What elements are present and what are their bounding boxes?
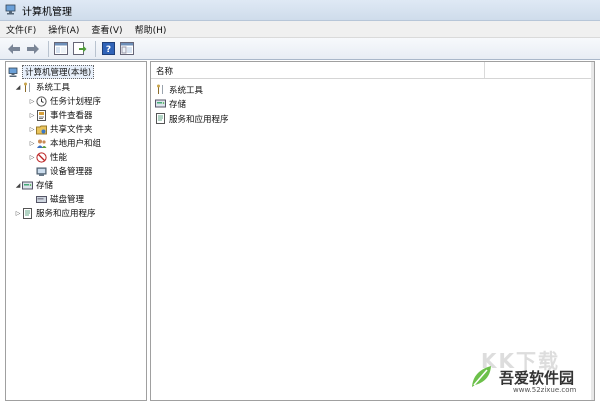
navigation-tree: 计算机管理(本地) ◢ 系统工具 ▷ 任务计划程序 ▷ 事件查看器 ▷ 共享文件…	[5, 61, 147, 401]
list-label-storage: 存储	[169, 99, 187, 110]
expand-arrow-icon[interactable]: ▷	[14, 210, 22, 217]
tree-item-task-scheduler[interactable]: ▷ 任务计划程序	[28, 94, 101, 108]
menu-file[interactable]: 文件(F)	[0, 23, 42, 36]
properties-icon[interactable]	[119, 41, 135, 57]
svg-text:?: ?	[105, 45, 110, 55]
tree-item-local-users[interactable]: ▷ 本地用户和组	[28, 136, 101, 150]
expand-arrow-icon[interactable]: ▷	[28, 98, 36, 105]
toolbar-separator	[48, 40, 49, 57]
tree-label-performance: 性能	[50, 153, 68, 163]
collapse-arrow-icon[interactable]: ◢	[14, 84, 22, 91]
leaf-logo-icon	[469, 363, 495, 389]
tree-item-event-viewer[interactable]: ▷ 事件查看器	[28, 108, 93, 122]
list-item-storage[interactable]: 存储	[155, 97, 186, 110]
show-tree-icon[interactable]	[53, 41, 69, 57]
services-icon	[155, 113, 166, 124]
storage-icon	[155, 98, 166, 109]
tree-label-storage: 存储	[36, 181, 54, 191]
tree-item-services[interactable]: ▷ 服务和应用程序	[14, 206, 96, 220]
tree-label-services: 服务和应用程序	[36, 209, 96, 219]
collapse-arrow-icon[interactable]: ◢	[14, 182, 22, 189]
watermark: KK下载 吾爱软件园 www.52zixue.com	[463, 345, 595, 400]
tree-item-system-tools[interactable]: ◢ 系统工具	[14, 80, 70, 94]
tree-label-system-tools: 系统工具	[36, 83, 71, 93]
list-header: 名称	[151, 62, 594, 79]
event-viewer-icon	[36, 109, 47, 121]
users-icon	[36, 138, 47, 149]
toolbar-separator	[95, 40, 96, 57]
performance-icon	[36, 151, 47, 163]
tree-label-device-manager: 设备管理器	[50, 167, 93, 177]
expand-arrow-icon[interactable]: ▷	[28, 140, 36, 147]
clock-icon	[36, 95, 47, 107]
expand-arrow-icon[interactable]: ▷	[28, 154, 36, 161]
back-arrow-icon[interactable]	[6, 41, 22, 57]
tree-item-disk-management[interactable]: 磁盘管理	[36, 192, 84, 206]
shared-folder-icon	[36, 124, 47, 135]
expand-arrow-icon[interactable]: ▷	[28, 126, 36, 133]
device-manager-icon	[36, 166, 47, 177]
tree-item-root[interactable]: 计算机管理(本地)	[8, 65, 95, 79]
menu-help[interactable]: 帮助(H)	[129, 23, 173, 36]
tree-label-local-users: 本地用户和组	[50, 139, 102, 149]
storage-icon	[22, 180, 33, 191]
tree-item-device-manager[interactable]: 设备管理器	[36, 164, 93, 178]
menu-bar: 文件(F) 操作(A) 查看(V) 帮助(H)	[0, 21, 600, 38]
tools-icon	[155, 84, 166, 95]
tree-item-performance[interactable]: ▷ 性能	[28, 150, 67, 164]
tools-icon	[22, 82, 33, 93]
toolbar: ?	[0, 38, 600, 60]
tree-label-task-scheduler: 任务计划程序	[50, 97, 102, 107]
list-label-system-tools: 系统工具	[169, 85, 204, 96]
list-item-system-tools[interactable]: 系统工具	[155, 83, 203, 96]
services-icon	[22, 207, 33, 219]
watermark-url: www.52zixue.com	[513, 386, 577, 394]
menu-action[interactable]: 操作(A)	[42, 23, 85, 36]
expand-arrow-icon[interactable]: ▷	[28, 112, 36, 119]
tree-label-shared-folders: 共享文件夹	[50, 125, 93, 135]
column-header-name[interactable]: 名称	[156, 65, 173, 77]
menu-view[interactable]: 查看(V)	[85, 23, 128, 36]
computer-manage-icon	[5, 4, 17, 16]
list-item-services[interactable]: 服务和应用程序	[155, 112, 229, 125]
window-title: 计算机管理	[22, 6, 72, 18]
title-bar: 计算机管理	[0, 0, 600, 21]
tree-root-label: 计算机管理(本地)	[22, 65, 95, 79]
watermark-site-name: 吾爱软件园	[499, 369, 575, 387]
column-separator[interactable]	[484, 62, 485, 78]
tree-item-storage[interactable]: ◢ 存储	[14, 178, 53, 192]
disk-icon	[36, 194, 47, 205]
computer-manage-icon	[8, 67, 19, 78]
tree-label-event-viewer: 事件查看器	[50, 111, 93, 121]
tree-label-disk-management: 磁盘管理	[50, 195, 85, 205]
help-icon[interactable]: ?	[100, 41, 116, 57]
tree-item-shared-folders[interactable]: ▷ 共享文件夹	[28, 122, 93, 136]
export-list-icon[interactable]	[72, 41, 88, 57]
list-label-services: 服务和应用程序	[169, 114, 229, 125]
forward-arrow-icon[interactable]	[25, 41, 41, 57]
